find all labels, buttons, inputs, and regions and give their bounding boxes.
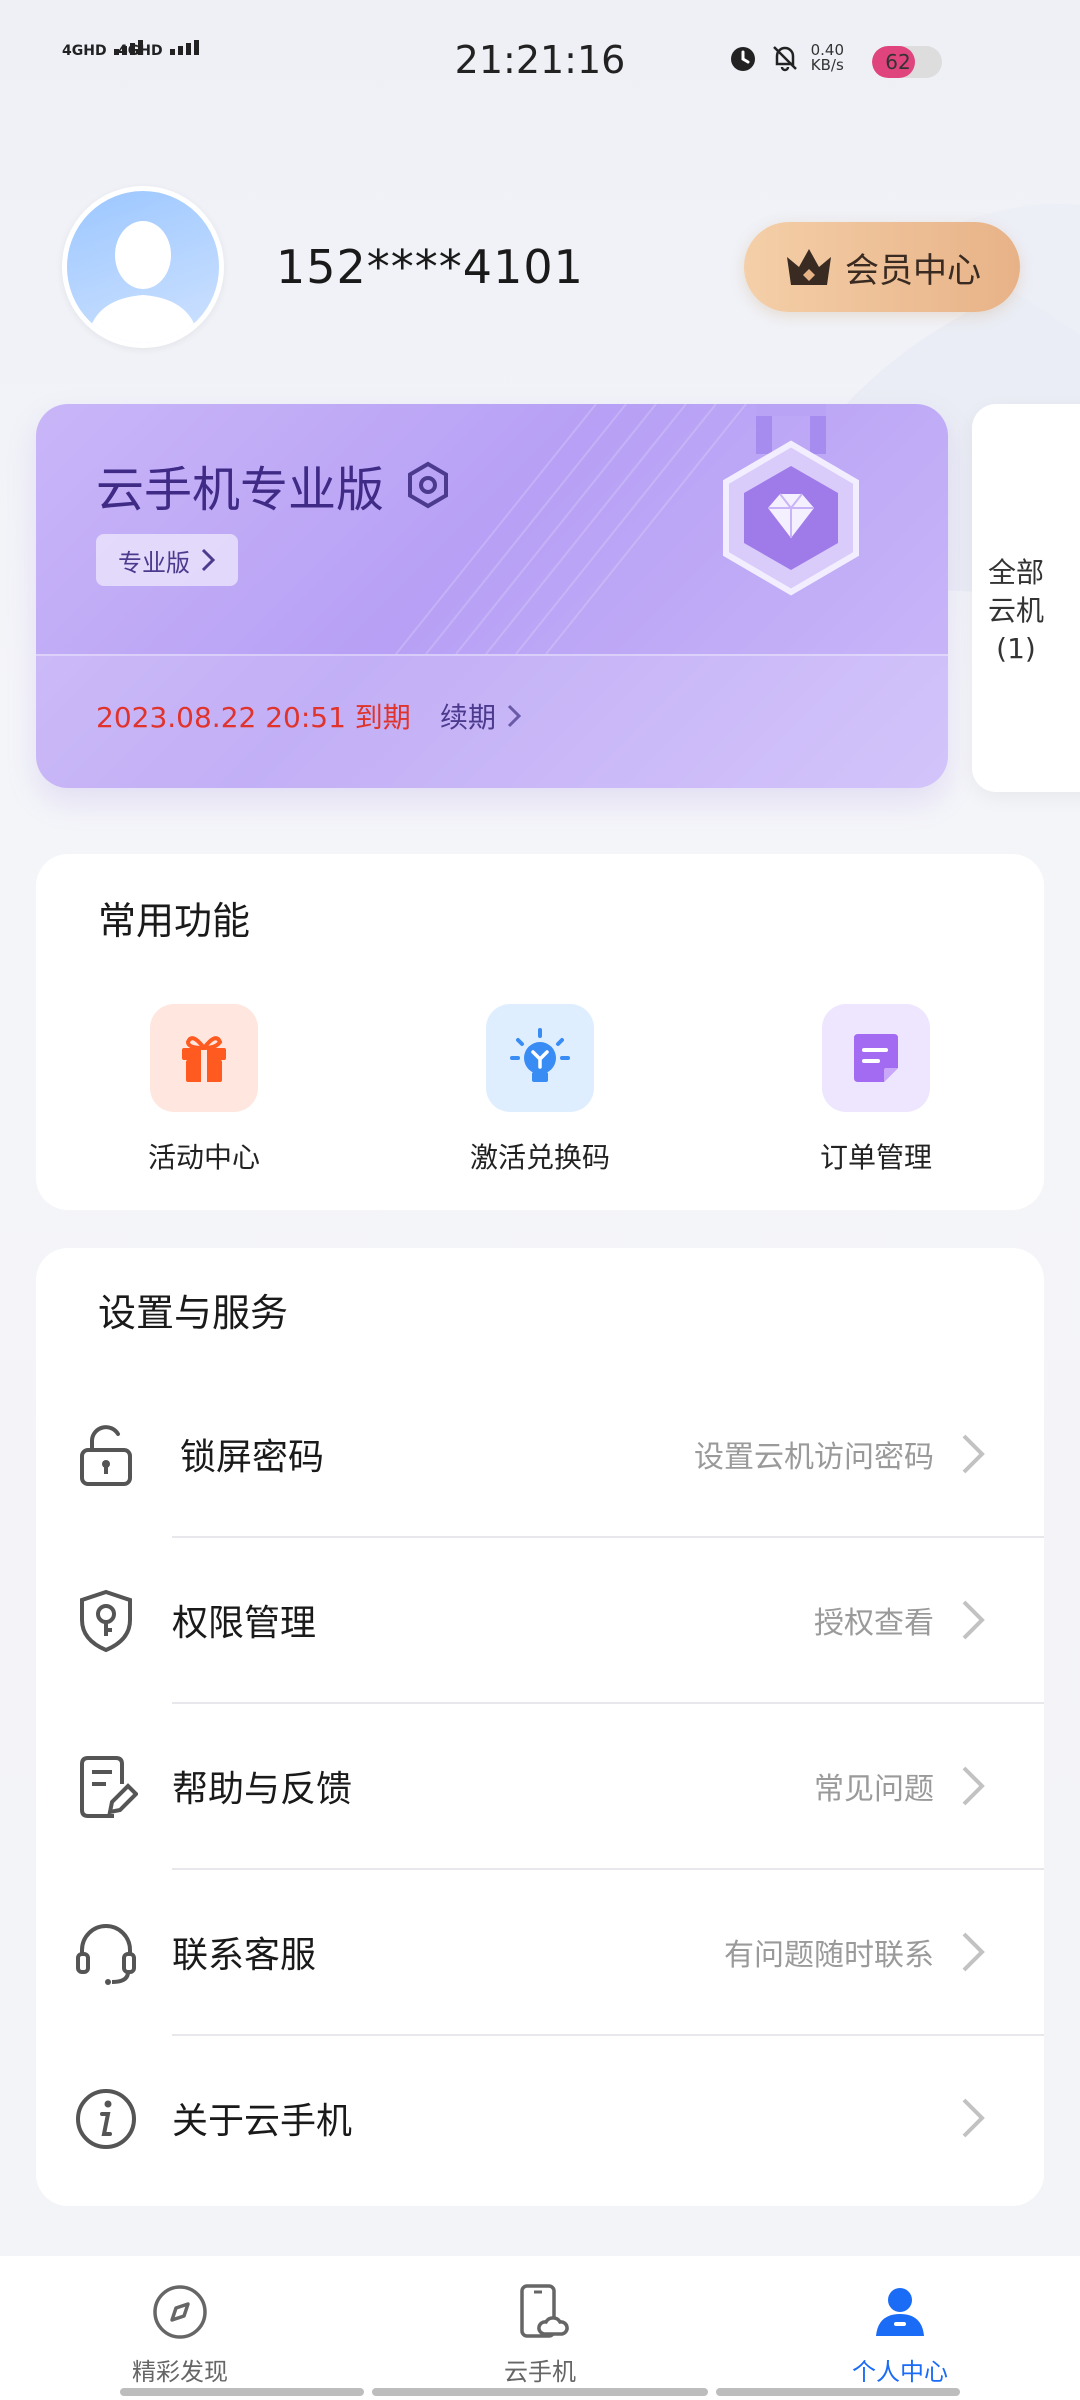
status-icons: 0.40 KB/s	[727, 42, 844, 74]
chevron-right-icon	[962, 1766, 985, 1806]
chevron-right-icon	[507, 704, 522, 728]
avatar[interactable]	[62, 186, 224, 348]
document-edit-icon	[80, 1756, 138, 1818]
renew-link[interactable]: 续期	[440, 696, 522, 736]
nav-tab-personal-center[interactable]: 个人中心	[800, 2282, 1000, 2387]
status-bar: 4GHD 4GHD 21:21:16 0.40 KB/s 62	[0, 0, 1080, 120]
settings-item-permission-management[interactable]: 权限管理 授权查看	[36, 1538, 1044, 1704]
gesture-bar	[716, 2388, 960, 2396]
nav-tab-cloud-phone[interactable]: 云手机	[440, 2282, 640, 2387]
compass-icon	[153, 2285, 207, 2339]
info-icon	[76, 2089, 136, 2149]
personal-center-page: 4GHD 4GHD 21:21:16 0.40 KB/s 62 152****4…	[0, 0, 1080, 2400]
function-activity-center[interactable]: 活动中心	[104, 1004, 304, 1176]
chevron-right-icon	[962, 2098, 985, 2138]
bottom-navigation: 精彩发现 云手机 个人中心	[0, 2256, 1080, 2400]
order-note-icon	[854, 1034, 898, 1082]
settings-item-help-feedback[interactable]: 帮助与反馈 常见问题	[36, 1704, 1044, 1870]
gift-icon	[182, 1036, 226, 1082]
chevron-right-icon	[962, 1434, 985, 1474]
alarm-icon	[730, 47, 755, 71]
all-machines-card[interactable]: 全部 云机 (1)	[972, 404, 1080, 792]
headset-icon	[76, 1924, 136, 1985]
crown-icon	[787, 249, 831, 285]
network-speed: 0.40 KB/s	[810, 41, 844, 74]
settings-services-card: 设置与服务 锁屏密码 设置云机访问密码 权限管理 授权查看 帮助与反馈 常见问题…	[36, 1248, 1044, 2206]
shield-key-icon	[80, 1589, 132, 1653]
user-phone-number: 152****4101	[276, 240, 584, 294]
nav-tab-discover[interactable]: 精彩发现	[80, 2282, 280, 2387]
all-machines-label: 全部 云机 (1)	[987, 556, 1044, 665]
edition-badge[interactable]: 专业版	[96, 534, 238, 586]
lock-icon	[80, 1425, 132, 1486]
function-order-management[interactable]: 订单管理	[776, 1004, 976, 1176]
card-title: 云手机专业版	[96, 450, 450, 520]
common-functions-title: 常用功能	[98, 899, 251, 943]
person-icon	[876, 2288, 924, 2336]
gesture-bar	[120, 2388, 364, 2396]
hexagon-badge-icon	[408, 461, 449, 509]
settings-item-contact-service[interactable]: 联系客服 有问题随时联系	[36, 1870, 1044, 2036]
membership-card[interactable]: 云手机专业版 专业版 2023.08.22 20:51 到期 续期	[36, 404, 948, 788]
chevron-right-icon	[201, 548, 216, 572]
chevron-right-icon	[962, 1932, 985, 1972]
diamond-medal-icon	[723, 404, 859, 596]
battery-indicator: 62	[872, 46, 942, 78]
cloud-phone-icon	[520, 2284, 569, 2338]
settings-item-about[interactable]: 关于云手机	[36, 2036, 1044, 2202]
settings-services-title: 设置与服务	[98, 1291, 289, 1335]
function-activate-code[interactable]: 激活兑换码	[440, 1004, 640, 1176]
gesture-bar	[372, 2388, 708, 2396]
expire-date: 2023.08.22 20:51 到期	[96, 701, 411, 734]
avatar-person-icon	[87, 221, 199, 343]
vip-center-button[interactable]: 会员中心	[744, 222, 1020, 312]
common-functions-card: 常用功能 活动中心 激活兑换码 订单管理	[36, 854, 1044, 1210]
lightbulb-icon	[510, 1028, 570, 1082]
settings-item-lock-password[interactable]: 锁屏密码 设置云机访问密码	[36, 1372, 1044, 1538]
mute-bell-icon	[772, 46, 797, 72]
chevron-right-icon	[962, 1600, 985, 1640]
